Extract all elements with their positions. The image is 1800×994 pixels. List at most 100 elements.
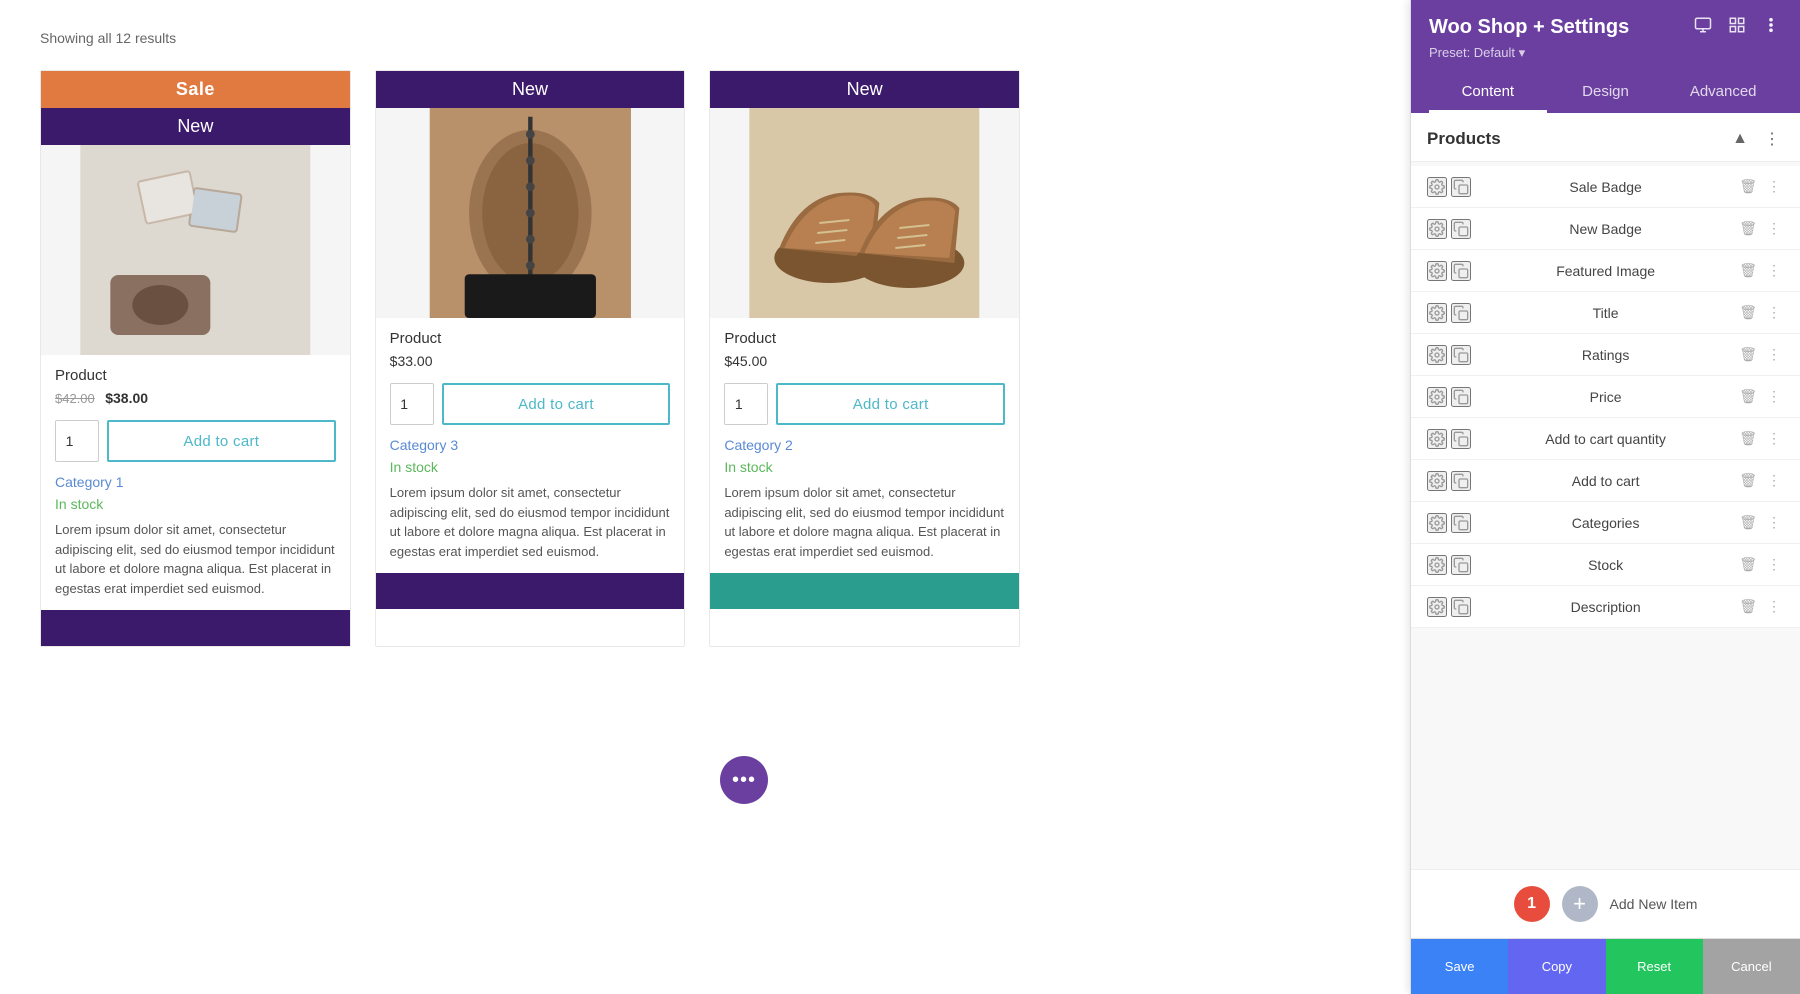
module-settings-icon-stock[interactable]: [1427, 555, 1447, 575]
module-delete-price-icon[interactable]: 🗑: [1736, 386, 1760, 407]
cancel-button[interactable]: Cancel: [1703, 939, 1800, 994]
module-duplicate-icon-new[interactable]: [1451, 219, 1471, 239]
module-duplicate-icon-stock[interactable]: [1451, 555, 1471, 575]
add-new-item-plus-btn[interactable]: +: [1562, 886, 1598, 922]
module-kebab-stock-icon[interactable]: ⋮: [1764, 554, 1784, 575]
results-count: Showing all 12 results: [40, 30, 1370, 46]
add-to-cart-row-3: Add to cart: [724, 383, 1005, 425]
module-settings-icon-new[interactable]: [1427, 219, 1447, 239]
module-settings-icon-price[interactable]: [1427, 387, 1447, 407]
product-bottom-bar-1: [41, 610, 350, 646]
module-actions-stock: 🗑 ⋮: [1736, 554, 1784, 575]
module-name-featured-image: Featured Image: [1483, 263, 1728, 279]
copy-button[interactable]: Copy: [1508, 939, 1605, 994]
module-duplicate-icon-fi[interactable]: [1451, 261, 1471, 281]
module-delete-stock-icon[interactable]: 🗑: [1736, 554, 1760, 575]
module-duplicate-icon-ratings[interactable]: [1451, 345, 1471, 365]
module-duplicate-icon-desc[interactable]: [1451, 597, 1471, 617]
module-delete-categories-icon[interactable]: 🗑: [1736, 512, 1760, 533]
module-icons-title: [1427, 303, 1471, 323]
tab-content[interactable]: Content: [1429, 73, 1547, 113]
fab-button[interactable]: •••: [720, 756, 768, 804]
module-delete-title-icon[interactable]: 🗑: [1736, 302, 1760, 323]
module-delete-ratings-icon[interactable]: 🗑: [1736, 344, 1760, 365]
tab-advanced[interactable]: Advanced: [1664, 73, 1782, 113]
module-duplicate-icon-title[interactable]: [1451, 303, 1471, 323]
module-settings-icon-title[interactable]: [1427, 303, 1447, 323]
module-duplicate-icon-atcqty[interactable]: [1451, 429, 1471, 449]
module-kebab-price-icon[interactable]: ⋮: [1764, 386, 1784, 407]
module-kebab-desc-icon[interactable]: ⋮: [1764, 596, 1784, 617]
collapse-section-btn[interactable]: ▲: [1728, 128, 1752, 150]
module-icons-categories: [1427, 513, 1471, 533]
qty-input-1[interactable]: [55, 420, 99, 462]
module-kebab-atcqty-icon[interactable]: ⋮: [1764, 428, 1784, 449]
module-actions-description: 🗑 ⋮: [1736, 596, 1784, 617]
module-settings-icon-categories[interactable]: [1427, 513, 1447, 533]
module-delete-atcqty-icon[interactable]: 🗑: [1736, 428, 1760, 449]
panel-title: Woo Shop + Settings: [1429, 16, 1629, 39]
module-delete-fi-icon[interactable]: 🗑: [1736, 260, 1760, 281]
section-more-btn[interactable]: ⋮: [1760, 127, 1784, 151]
module-settings-icon[interactable]: [1427, 177, 1447, 197]
layout-icon-btn[interactable]: [1726, 14, 1748, 41]
module-settings-icon-fi[interactable]: [1427, 261, 1447, 281]
responsive-icon-btn[interactable]: [1692, 14, 1714, 41]
module-item-description: Description 🗑 ⋮: [1411, 586, 1800, 628]
more-icon-btn[interactable]: [1760, 14, 1782, 41]
add-to-cart-btn-3[interactable]: Add to cart: [776, 383, 1005, 425]
price-old-1: $42.00: [55, 391, 95, 406]
save-button[interactable]: Save: [1411, 939, 1508, 994]
product-bottom-bar-2: [376, 573, 685, 609]
add-to-cart-btn-1[interactable]: Add to cart: [107, 420, 336, 462]
module-delete-desc-icon[interactable]: 🗑: [1736, 596, 1760, 617]
module-item-categories: Categories 🗑 ⋮: [1411, 502, 1800, 544]
module-settings-icon-atc[interactable]: [1427, 471, 1447, 491]
module-delete-atc-icon[interactable]: 🗑: [1736, 470, 1760, 491]
module-settings-icon-ratings[interactable]: [1427, 345, 1447, 365]
module-kebab-new-icon[interactable]: ⋮: [1764, 218, 1784, 239]
module-duplicate-icon-price[interactable]: [1451, 387, 1471, 407]
add-to-cart-btn-2[interactable]: Add to cart: [442, 383, 671, 425]
module-kebab-ratings-icon[interactable]: ⋮: [1764, 344, 1784, 365]
module-actions-featured-image: 🗑 ⋮: [1736, 260, 1784, 281]
add-to-cart-row-1: Add to cart: [55, 420, 336, 462]
module-kebab-title-icon[interactable]: ⋮: [1764, 302, 1784, 323]
module-actions-ratings: 🗑 ⋮: [1736, 344, 1784, 365]
section-title: Products: [1427, 129, 1501, 149]
module-item-featured-image: Featured Image 🗑 ⋮: [1411, 250, 1800, 292]
category-link-3[interactable]: Category 2: [724, 437, 1005, 453]
product-image-1: [41, 145, 350, 355]
module-name-sale-badge: Sale Badge: [1483, 179, 1728, 195]
module-actions-price: 🗑 ⋮: [1736, 386, 1784, 407]
module-duplicate-icon-atc[interactable]: [1451, 471, 1471, 491]
module-delete-icon[interactable]: 🗑: [1736, 176, 1760, 197]
module-item-add-to-cart-qty: Add to cart quantity 🗑 ⋮: [1411, 418, 1800, 460]
module-kebab-atc-icon[interactable]: ⋮: [1764, 470, 1784, 491]
module-duplicate-icon-categories[interactable]: [1451, 513, 1471, 533]
category-link-1[interactable]: Category 1: [55, 474, 336, 490]
category-link-2[interactable]: Category 3: [390, 437, 671, 453]
module-item-sale-badge: Sale Badge 🗑 ⋮: [1411, 166, 1800, 208]
module-item-title: Title 🗑 ⋮: [1411, 292, 1800, 334]
main-content: Showing all 12 results Sale New Product: [0, 0, 1410, 994]
qty-input-2[interactable]: [390, 383, 434, 425]
module-settings-icon-desc[interactable]: [1427, 597, 1447, 617]
module-actions-categories: 🗑 ⋮: [1736, 512, 1784, 533]
module-delete-new-icon[interactable]: 🗑: [1736, 218, 1760, 239]
module-duplicate-icon[interactable]: [1451, 177, 1471, 197]
reset-button[interactable]: Reset: [1606, 939, 1703, 994]
preset-label[interactable]: Preset: Default ▾: [1429, 45, 1525, 60]
module-kebab-fi-icon[interactable]: ⋮: [1764, 260, 1784, 281]
module-settings-icon-atcqty[interactable]: [1427, 429, 1447, 449]
qty-input-3[interactable]: [724, 383, 768, 425]
module-kebab-icon[interactable]: ⋮: [1764, 176, 1784, 197]
module-actions-sale-badge: 🗑 ⋮: [1736, 176, 1784, 197]
module-actions-atcqty: 🗑 ⋮: [1736, 428, 1784, 449]
module-icons-ratings: [1427, 345, 1471, 365]
module-actions-atc: 🗑 ⋮: [1736, 470, 1784, 491]
module-kebab-categories-icon[interactable]: ⋮: [1764, 512, 1784, 533]
new-badge-2: New: [376, 71, 685, 108]
tab-design[interactable]: Design: [1547, 73, 1665, 113]
module-icons-atc: [1427, 471, 1471, 491]
